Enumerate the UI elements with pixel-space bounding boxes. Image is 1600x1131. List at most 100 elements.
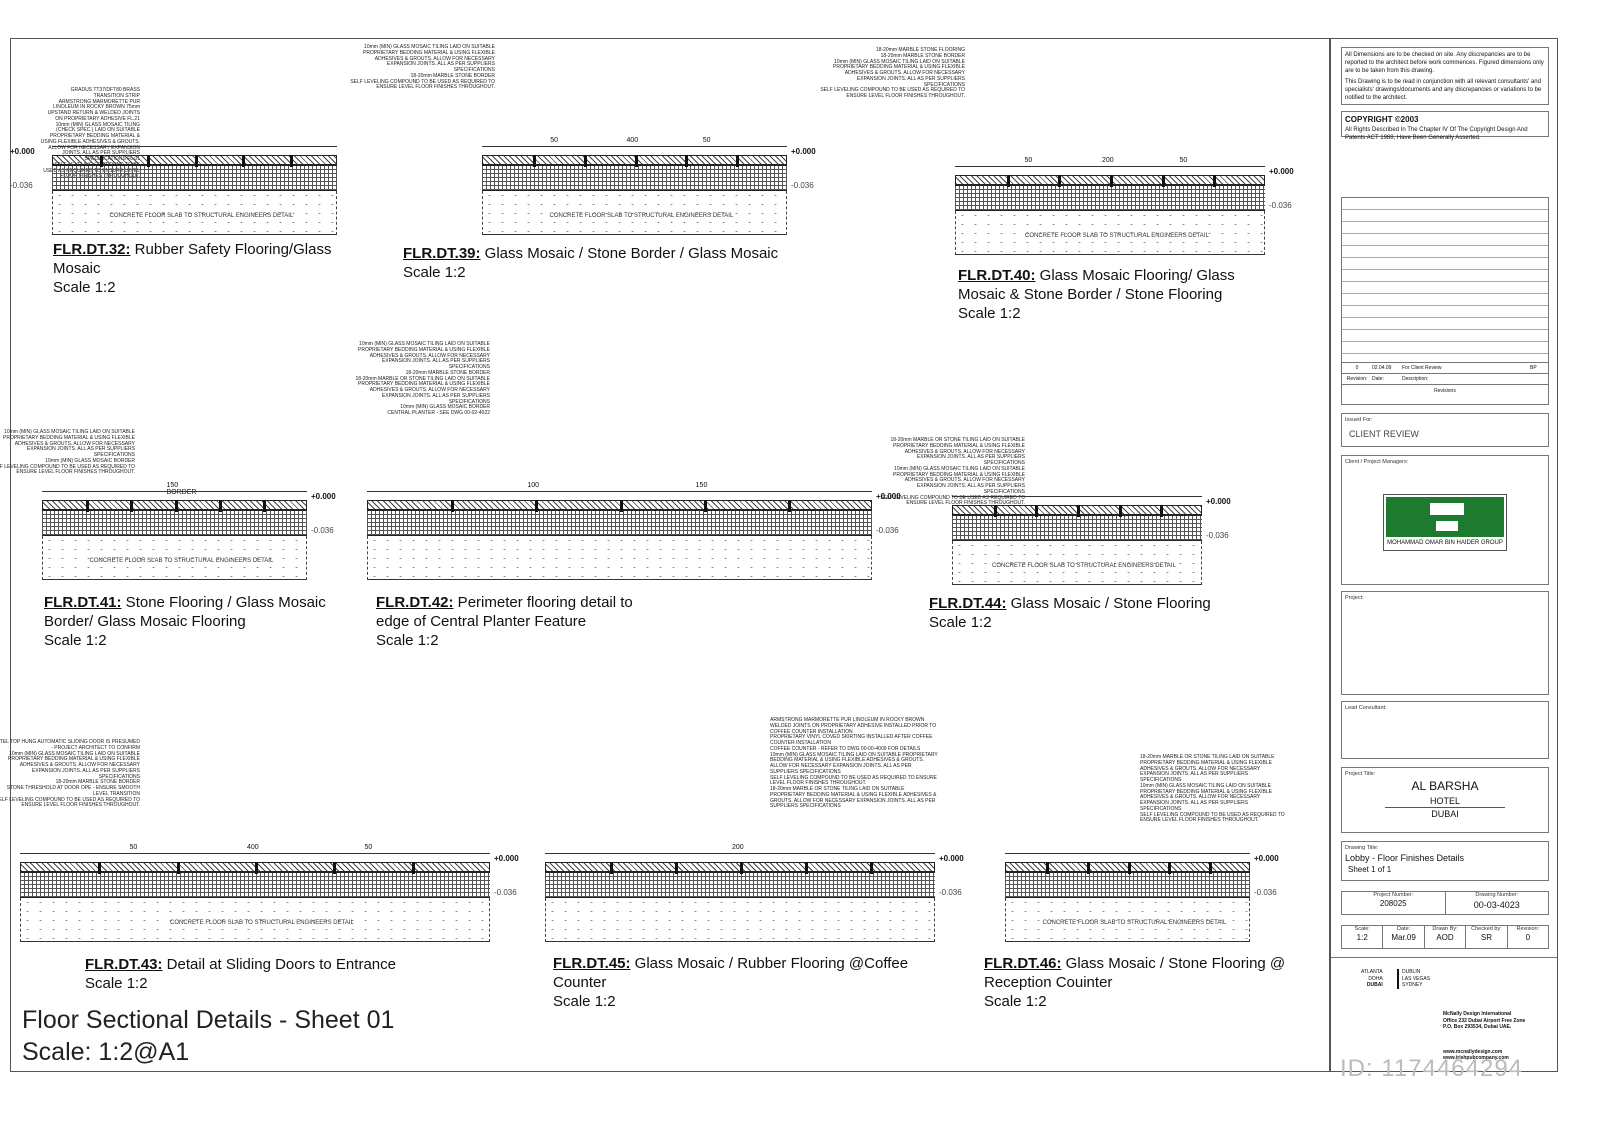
dimension-label: 200 [732, 844, 744, 851]
tile-joint [610, 862, 613, 874]
tile-joint [1161, 175, 1165, 187]
tile-joint [1077, 505, 1080, 517]
concrete-slab [545, 898, 935, 942]
title-block: All Dimensions are to be checked on site… [1330, 38, 1558, 1072]
drawn-value: AOD [1436, 933, 1454, 943]
city: SYDNEY [1402, 982, 1423, 988]
tile-joint [1058, 175, 1062, 187]
detail-code: FLR.DT.39: [403, 245, 481, 262]
consultant-box: Lead Consultant: [1341, 701, 1549, 759]
tile-joint [675, 862, 678, 874]
numbers-box: Project Number: 208025 Drawing Number: 00-… [1341, 891, 1549, 915]
revision-value: 0 [1525, 933, 1531, 943]
detail-title: FLR.DT.39: Glass Mosaic / Stone Border /… [403, 244, 778, 282]
level-top: +0.000 [10, 147, 35, 156]
detail-title: FLR.DT.32: Rubber Safety Flooring/Glass M… [53, 240, 331, 297]
dimension-label: 50 [1179, 157, 1188, 164]
level-top: +0.000 [939, 854, 964, 863]
rev-by: BP [1530, 364, 1537, 371]
detail-code: FLR.DT.40: [958, 267, 1036, 284]
title-line: FLR.DT.39: Glass Mosaic / Stone Border /… [403, 245, 779, 262]
annotation-notes: ARMSTRONG MARMORETTE PUR LINOLEUM IN ROC… [770, 717, 938, 810]
detail-scale: Scale 1:2 [44, 632, 107, 649]
dimension-label: 50 [129, 844, 138, 851]
drawing-number: 00-03-4023 [1473, 900, 1520, 911]
rev-date: 02.04.09 [1372, 364, 1392, 371]
detail-title: FLR.DT.43: Detail at Sliding Doors to En… [85, 955, 396, 993]
detail-title: FLR.DT.41: Stone Flooring / Glass Mosaic… [44, 593, 326, 650]
level-bottom: -0.036 [10, 181, 33, 190]
desc-header: Description: [1402, 375, 1429, 382]
date-value: Mar.09 [1391, 933, 1416, 943]
client-box: Client / Project Managers: MOHAMMAD OMAR… [1341, 455, 1549, 585]
bedding-layer [952, 515, 1202, 541]
tile-joint [86, 500, 90, 512]
drawing-title-box: Drawing Title: Lobby - Floor Finishes De… [1341, 841, 1549, 881]
project-title-line-1: AL BARSHA [1411, 779, 1479, 794]
slab-label: CONCRETE FLOOR SLAB TO STRUCTURAL ENGINE… [549, 213, 734, 219]
tile-joint [787, 500, 791, 512]
title-line: FLR.DT.45: Glass Mosaic / Rubber Floorin… [553, 955, 909, 972]
detail-code: FLR.DT.45: [553, 955, 631, 972]
detail-title: FLR.DT.40: Glass Mosaic Flooring/ Glass M… [958, 266, 1235, 323]
note-1: All Dimensions are to be checked on site… [1345, 52, 1544, 75]
bedding-layer [52, 165, 337, 191]
level-bottom: -0.036 [939, 888, 962, 897]
level-bottom: -0.036 [494, 888, 517, 897]
project-number: 208025 [1379, 899, 1407, 909]
tile-joint [740, 862, 743, 874]
sheet-of: Sheet 1 of 1 [1348, 864, 1392, 874]
consultant-label: Lead Consultant: [1345, 705, 1387, 711]
tile-joint [99, 155, 103, 167]
project-title-box: Project Title: AL BARSHA HOTEL DUBAI [1341, 767, 1549, 833]
tile-joint [333, 862, 337, 874]
level-top: +0.000 [311, 492, 336, 501]
level-top: +0.000 [1206, 497, 1231, 506]
general-notes: All Dimensions are to be checked on site… [1341, 47, 1549, 105]
tile-joint [870, 862, 873, 874]
tile-joint [411, 862, 415, 874]
level-bottom: -0.036 [1206, 531, 1229, 540]
dimension-line [545, 853, 935, 854]
client-logo-text: MOHAMMAD OMAR BIN HAIDER GROUP [1387, 540, 1503, 547]
annotation-notes: 10mm (MIN) GLASS MOSAIC TILING LAID ON S… [350, 44, 495, 91]
tile-joint [1045, 862, 1049, 874]
revisions-table: 0 02.04.09 For Client Review BP Revision… [1341, 197, 1549, 405]
detail-code: FLR.DT.41: [44, 594, 122, 611]
detail-code: FLR.DT.44: [929, 595, 1007, 612]
detail-code: FLR.DT.42: [376, 594, 454, 611]
tile-joint [174, 500, 178, 512]
dimension-line [1005, 853, 1250, 854]
detail-title: FLR.DT.45: Glass Mosaic / Rubber Floorin… [553, 954, 908, 1011]
sheet-title-text: Floor Sectional Details - Sheet 01 [22, 1006, 395, 1034]
project-number-label: Project Number: [1373, 892, 1414, 898]
title-line: FLR.DT.40: Glass Mosaic Flooring/ Glass [958, 267, 1235, 284]
project-title-label: Project Title: [1345, 771, 1376, 777]
tile-joint [805, 862, 808, 874]
slab-label: CONCRETE FLOOR SLAB TO STRUCTURAL ENGINE… [1042, 920, 1227, 926]
title-line: FLR.DT.46: Glass Mosaic / Stone Flooring… [984, 955, 1286, 972]
level-bottom: -0.036 [791, 181, 814, 190]
tile-joint [736, 155, 740, 167]
tile-joint [1160, 505, 1164, 517]
copyright: COPYRIGHT ©2003 [1345, 115, 1419, 124]
drawing-title-label: Drawing Title: [1345, 845, 1379, 851]
slab-label: CONCRETE FLOOR SLAB TO STRUCTURAL ENGINE… [1025, 233, 1209, 239]
annotation-notes: 18-20mm MARBLE STONE FLOORING 18-20mm MA… [820, 47, 965, 99]
revisions-caption: Revisions [1342, 384, 1548, 396]
slab-label: CONCRETE FLOOR SLAB TO STRUCTURAL ENGINE… [170, 920, 354, 926]
title-line: FLR.DT.43: Detail at Sliding Doors to En… [85, 956, 396, 973]
dimension-line [367, 491, 872, 492]
dimension-line [52, 146, 337, 147]
city: ATLANTA [1361, 969, 1383, 975]
title-line: Reception Couinter [984, 974, 1113, 991]
dimension-label: 400 [626, 137, 639, 144]
dimension-label: 100 [527, 482, 540, 489]
tile-joint [1006, 175, 1010, 187]
tile-joint [1168, 862, 1172, 874]
tile-joint [1209, 862, 1213, 874]
tile-joint [451, 500, 455, 512]
client-label: Client / Project Managers: [1345, 459, 1409, 465]
copyright-text: All Rights Described In The Chapter IV O… [1345, 126, 1528, 141]
detail-scale: Scale 1:2 [958, 305, 1021, 322]
